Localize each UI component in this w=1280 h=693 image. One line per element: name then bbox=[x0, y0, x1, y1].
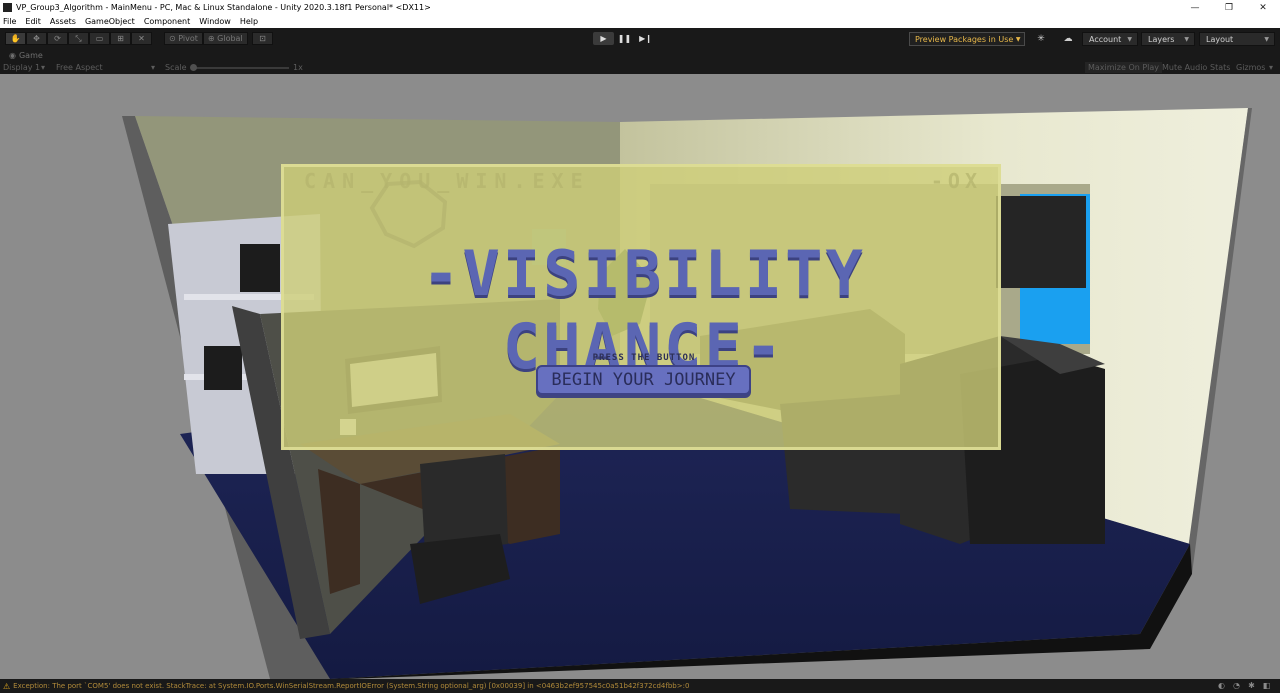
chevron-down-icon: ▼ bbox=[1127, 35, 1132, 43]
chevron-down-icon: ▾ bbox=[1269, 63, 1274, 72]
window-title-bar: VP_Group3_Algorithm - MainMenu - PC, Mac… bbox=[0, 0, 1280, 15]
global-label: Global bbox=[217, 34, 243, 43]
scale-value: 1x bbox=[293, 63, 303, 72]
game-view-toolbar: Display 1 ▾ Free Aspect ▾ Scale 1x Maxim… bbox=[0, 61, 1280, 74]
layout-dropdown[interactable]: Layout ▼ bbox=[1199, 32, 1275, 46]
menu-help[interactable]: Help bbox=[240, 17, 258, 26]
step-icon[interactable]: ▶❙ bbox=[635, 32, 656, 45]
global-toggle[interactable]: ⊕ Global bbox=[202, 32, 248, 45]
preview-packages-label: Preview Packages in Use bbox=[915, 34, 1014, 44]
snap-tools: ⊡ bbox=[252, 32, 273, 45]
handle-toggles: ⊙ Pivot ⊕ Global bbox=[164, 32, 248, 45]
menu-assets[interactable]: Assets bbox=[50, 17, 76, 26]
game-controller-icon: ◉ bbox=[9, 51, 16, 60]
notification-icon[interactable]: ◧ bbox=[1259, 681, 1274, 690]
preview-packages-dropdown[interactable]: Preview Packages in Use ▼ bbox=[909, 32, 1025, 46]
menu-gameobject[interactable]: GameObject bbox=[85, 17, 135, 26]
globe-icon: ⊕ bbox=[207, 34, 215, 43]
console-status-bar[interactable]: ⚠ Exception: The port `COM5' does not ex… bbox=[0, 679, 1280, 693]
custom-tool-icon[interactable]: ✕ bbox=[131, 32, 152, 45]
menu-bar: File Edit Assets GameObject Component Wi… bbox=[0, 15, 1280, 28]
debug-icon[interactable]: ✱ bbox=[1244, 681, 1259, 690]
game-viewport[interactable]: CAN_YOU_WIN.EXE -OX -VISIBILITY CHANCE- … bbox=[0, 74, 1280, 679]
main-menu-panel: CAN_YOU_WIN.EXE -OX -VISIBILITY CHANCE- … bbox=[281, 164, 1001, 450]
transform-tools: ✋ ✥ ⟳ ⤡ ▭ ⊞ ✕ bbox=[5, 32, 152, 45]
game-tab-bar: ◉ Game bbox=[0, 49, 1280, 61]
status-icons: ◐ ◔ ✱ ◧ bbox=[1214, 681, 1274, 690]
scale-slider-handle[interactable] bbox=[190, 64, 197, 71]
cloud-icon[interactable]: ☁ bbox=[1059, 32, 1077, 46]
collab-icon[interactable]: ✳ bbox=[1032, 32, 1050, 46]
scale-label: Scale bbox=[165, 63, 187, 72]
rotate-tool-icon[interactable]: ⟳ bbox=[47, 32, 68, 45]
menu-window[interactable]: Window bbox=[199, 17, 231, 26]
menu-component[interactable]: Component bbox=[144, 17, 190, 26]
account-dropdown[interactable]: Account ▼ bbox=[1082, 32, 1138, 46]
play-icon[interactable]: ▶ bbox=[593, 32, 614, 45]
progress-icon[interactable]: ◔ bbox=[1229, 681, 1244, 690]
warning-icon: ⚠ bbox=[3, 681, 11, 691]
menu-file[interactable]: File bbox=[3, 17, 16, 26]
chevron-down-icon: ▾ bbox=[41, 63, 46, 72]
pivot-icon: ⊙ bbox=[169, 34, 176, 43]
begin-journey-button[interactable]: BEGIN YOUR JOURNEY bbox=[536, 365, 751, 395]
display-dropdown[interactable]: Display 1 bbox=[3, 63, 40, 72]
move-tool-icon[interactable]: ✥ bbox=[26, 32, 47, 45]
grid-snap-icon[interactable]: ⊡ bbox=[252, 32, 273, 45]
layers-dropdown[interactable]: Layers ▼ bbox=[1141, 32, 1195, 46]
auto-generate-lighting-icon[interactable]: ◐ bbox=[1214, 681, 1229, 690]
hand-tool-icon[interactable]: ✋ bbox=[5, 32, 26, 45]
play-controls: ▶ ❚❚ ▶❙ bbox=[593, 32, 656, 45]
account-label: Account bbox=[1089, 34, 1122, 44]
maximize-on-play-toggle[interactable]: Maximize On Play bbox=[1085, 62, 1163, 73]
rect-tool-icon[interactable]: ▭ bbox=[89, 32, 110, 45]
press-the-button-label: PRESS THE BUTTON bbox=[592, 353, 696, 363]
layers-label: Layers bbox=[1148, 34, 1175, 44]
panel-window-controls: -OX bbox=[930, 169, 982, 193]
layout-label: Layout bbox=[1206, 34, 1234, 44]
console-message: Exception: The port `COM5' does not exis… bbox=[13, 682, 690, 690]
stats-toggle[interactable]: Stats bbox=[1207, 62, 1233, 73]
chevron-down-icon: ▼ bbox=[1184, 35, 1189, 43]
scale-slider-track[interactable] bbox=[193, 67, 289, 69]
chevron-down-icon: ▼ bbox=[1264, 35, 1269, 43]
chevron-down-icon: ▼ bbox=[1015, 35, 1021, 43]
restore-button[interactable]: ❐ bbox=[1212, 0, 1246, 15]
panel-window-title: CAN_YOU_WIN.EXE bbox=[304, 169, 590, 193]
transform-tool-icon[interactable]: ⊞ bbox=[110, 32, 131, 45]
gizmos-toggle[interactable]: Gizmos bbox=[1233, 62, 1268, 73]
unity-logo-icon bbox=[3, 3, 12, 12]
mute-audio-toggle[interactable]: Mute Audio bbox=[1159, 62, 1210, 73]
window-title: VP_Group3_Algorithm - MainMenu - PC, Mac… bbox=[16, 3, 431, 12]
tab-game-label: Game bbox=[18, 51, 43, 60]
minimize-button[interactable]: — bbox=[1178, 0, 1212, 15]
chevron-down-icon: ▾ bbox=[151, 63, 156, 72]
pivot-label: Pivot bbox=[178, 34, 198, 43]
close-button[interactable]: ✕ bbox=[1246, 0, 1280, 15]
pause-icon[interactable]: ❚❚ bbox=[614, 32, 635, 45]
menu-edit[interactable]: Edit bbox=[25, 17, 41, 26]
pivot-toggle[interactable]: ⊙ Pivot bbox=[164, 32, 203, 45]
aspect-dropdown[interactable]: Free Aspect bbox=[56, 63, 103, 72]
tab-game[interactable]: ◉ Game bbox=[3, 50, 49, 61]
scale-tool-icon[interactable]: ⤡ bbox=[68, 32, 89, 45]
